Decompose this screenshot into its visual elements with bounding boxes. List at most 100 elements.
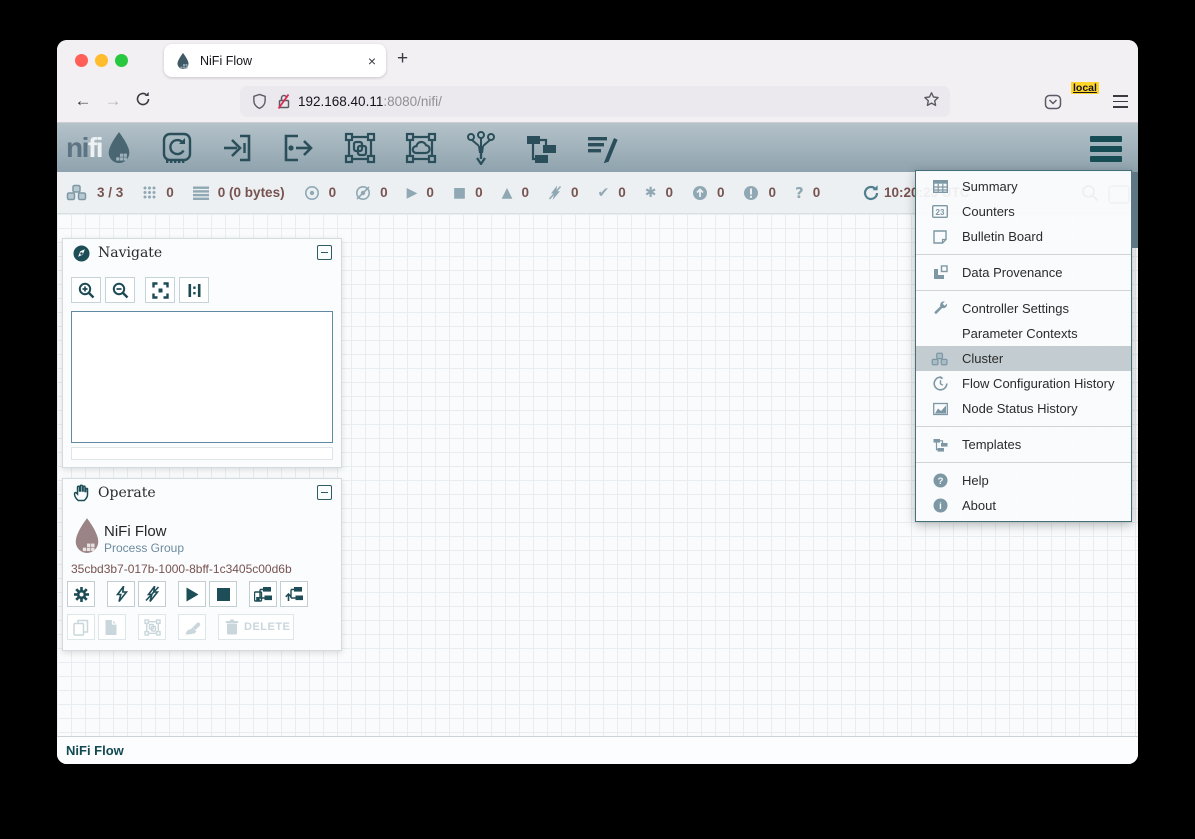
invalid-status: ▲0 [502, 185, 529, 201]
menu-item-bulletin-board[interactable]: Bulletin Board [916, 224, 1131, 249]
locally-modified-status: ✱0 [645, 185, 673, 201]
configure-button[interactable] [67, 581, 95, 607]
cluster-icon [66, 184, 88, 201]
stopped-count: 0 [475, 185, 483, 200]
running-icon: ▶ [407, 185, 418, 201]
copy-button[interactable] [67, 614, 95, 640]
logo-fi: fi [88, 132, 102, 163]
start-button[interactable] [178, 581, 206, 607]
templates-icon [930, 438, 950, 452]
menu-item-templates[interactable]: Templates [916, 432, 1131, 457]
new-tab-button[interactable]: + [397, 48, 408, 70]
enable-button[interactable] [107, 581, 135, 607]
paste-button[interactable] [98, 614, 126, 640]
browser-window: NiFi Flow × + ← → 192.168.40.11:8080/nif… [57, 40, 1138, 764]
close-window-button[interactable] [75, 54, 88, 67]
breadcrumb-root[interactable]: NiFi Flow [66, 743, 124, 758]
queued-status: 0 (0 bytes) [193, 185, 285, 200]
tab-close-icon[interactable]: × [368, 53, 376, 69]
selected-component-type: Process Group [104, 541, 184, 555]
reload-button[interactable] [132, 91, 154, 112]
tracking-shield-icon[interactable] [252, 93, 267, 110]
zoom-in-button[interactable] [71, 277, 101, 303]
menu-item-about[interactable]: i About [916, 493, 1131, 518]
active-threads-status: 0 [142, 185, 174, 200]
profile-avatar[interactable]: local [1077, 91, 1099, 113]
counters-icon: 23 [930, 205, 950, 218]
bookmark-star-icon[interactable] [923, 91, 940, 113]
url-bar[interactable]: 192.168.40.11:8080/nifi/ [240, 86, 950, 117]
collapse-operate-button[interactable] [317, 485, 332, 500]
menu-label: Bulletin Board [962, 229, 1043, 244]
browser-navbar: ← → 192.168.40.11:8080/nifi/ [57, 80, 1138, 123]
queued-icon [193, 186, 209, 200]
label-icon[interactable] [585, 131, 619, 165]
menu-label: Parameter Contexts [962, 326, 1078, 341]
menu-item-node-status-history[interactable]: Node Status History [916, 396, 1131, 421]
minimize-window-button[interactable] [95, 54, 108, 67]
counters-icon-text: 23 [936, 208, 945, 217]
locally-modified-stale-count: 0 [768, 185, 776, 200]
breadcrumb[interactable]: NiFi Flow [57, 736, 1138, 764]
back-button[interactable]: ← [72, 91, 94, 111]
nifi-drop-icon [104, 130, 134, 166]
menu-label: Summary [962, 179, 1018, 194]
help-icon: ? [930, 473, 950, 488]
cluster-count: 3 / 3 [97, 185, 123, 200]
processor-icon[interactable] [160, 131, 194, 165]
invalid-icon: ▲ [502, 185, 513, 201]
zoom-fit-button[interactable] [145, 277, 175, 303]
pocket-icon[interactable] [1043, 92, 1063, 112]
menu-item-controller-settings[interactable]: Controller Settings [916, 296, 1131, 321]
running-count: 0 [426, 185, 434, 200]
birdseye-minimap[interactable] [71, 311, 333, 443]
browser-actions: local [1043, 86, 1128, 117]
browser-tab[interactable]: NiFi Flow × [164, 44, 386, 77]
nifi-favicon [175, 52, 191, 70]
template-icon[interactable] [524, 131, 558, 165]
upload-template-button[interactable] [280, 581, 308, 607]
menu-item-parameter-contexts[interactable]: Parameter Contexts [916, 321, 1131, 346]
forward-button[interactable]: → [102, 91, 124, 111]
menu-item-flow-configuration-history[interactable]: Flow Configuration History [916, 371, 1131, 396]
menu-item-summary[interactable]: Summary [916, 174, 1131, 199]
compass-icon [73, 245, 90, 262]
menu-item-counters[interactable]: 23 Counters [916, 199, 1131, 224]
fill-color-button[interactable] [178, 614, 206, 640]
create-template-button[interactable] [249, 581, 277, 607]
group-button[interactable] [138, 614, 166, 640]
delete-button[interactable]: DELETE [218, 614, 294, 640]
about-icon: i [930, 498, 950, 513]
global-menu-button[interactable] [1088, 134, 1124, 164]
operate-header: Operate [63, 479, 341, 507]
menu-separator [916, 254, 1131, 255]
insecure-lock-icon[interactable] [276, 93, 292, 110]
sync-failure-icon: ? [795, 184, 804, 202]
menu-item-data-provenance[interactable]: Data Provenance [916, 260, 1131, 285]
zoom-actual-size-button[interactable] [179, 277, 209, 303]
locally-modified-stale-status: 0 [743, 185, 776, 201]
disable-button[interactable] [138, 581, 166, 607]
navigate-palette: Navigate [62, 238, 342, 468]
browser-menu-icon[interactable] [1113, 95, 1128, 107]
stop-button[interactable] [209, 581, 237, 607]
refresh-icon[interactable] [862, 184, 880, 205]
process-group-icon[interactable] [343, 131, 377, 165]
menu-item-help[interactable]: ? Help [916, 468, 1131, 493]
menu-item-cluster[interactable]: Cluster [916, 346, 1131, 371]
input-port-icon[interactable] [221, 131, 255, 165]
sync-failure-status: ?0 [795, 184, 820, 202]
menu-label: Flow Configuration History [962, 376, 1114, 391]
transmitting-count: 0 [329, 185, 337, 200]
funnel-icon[interactable] [465, 131, 497, 165]
remote-process-group-icon[interactable] [404, 131, 438, 165]
output-port-icon[interactable] [282, 131, 316, 165]
scrollbar-thumb[interactable] [1131, 172, 1138, 248]
operate-actions-row2: DELETE [67, 614, 297, 640]
menu-separator [916, 462, 1131, 463]
stopped-icon: ■ [453, 185, 466, 201]
controller-settings-icon [930, 301, 950, 316]
maximize-window-button[interactable] [115, 54, 128, 67]
zoom-out-button[interactable] [105, 277, 135, 303]
collapse-navigate-button[interactable] [317, 245, 332, 260]
